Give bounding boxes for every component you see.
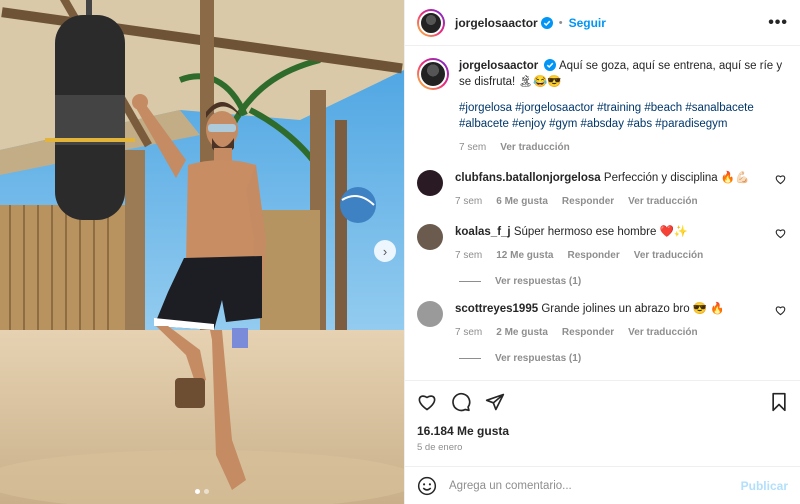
reply-button[interactable]: Responder: [562, 325, 614, 341]
comment-username[interactable]: scottreyes1995: [455, 303, 538, 315]
reply-button[interactable]: Responder: [562, 194, 614, 210]
comment-input[interactable]: [449, 479, 741, 492]
comment-time: 7 sem: [455, 250, 483, 261]
post-side-panel: jorgelosaactor • Seguir ••• jorgelosaact…: [404, 0, 800, 504]
comment-text: Súper hermoso ese hombre ❤️✨: [513, 226, 689, 238]
caption-time: 7 sem: [459, 142, 487, 153]
add-comment-bar: Publicar: [405, 466, 800, 504]
share-button[interactable]: [485, 392, 505, 412]
comment-time: 7 sem: [455, 327, 483, 338]
share-icon: [485, 393, 505, 410]
comment-item: clubfans.batallonjorgelosa Perfección y …: [417, 170, 788, 210]
translate-button[interactable]: Ver traducción: [634, 248, 703, 264]
post-date: 5 de enero: [417, 442, 463, 453]
comment-item: koalas_f_j Súper hermoso ese hombre ❤️✨ …: [417, 224, 788, 264]
post-photo[interactable]: ›: [0, 0, 404, 504]
translate-button[interactable]: Ver traducción: [628, 194, 697, 210]
comment-time: 7 sem: [455, 196, 483, 207]
bookmark-icon: [772, 392, 786, 411]
view-replies-label: Ver respuestas (1): [495, 353, 582, 364]
more-icon[interactable]: •••: [768, 14, 788, 32]
carousel-dot: [195, 489, 200, 494]
separator: •: [558, 16, 563, 29]
comments-section[interactable]: jorgelosaactor Aquí se goza, aquí se ent…: [405, 46, 800, 380]
avatar[interactable]: [417, 8, 445, 37]
view-replies-button[interactable]: Ver respuestas (1): [459, 353, 788, 364]
heart-icon: [418, 394, 436, 411]
post-caption: jorgelosaactor Aquí se goza, aquí se ent…: [417, 58, 788, 156]
comment-likes[interactable]: 12 Me gusta: [496, 248, 553, 264]
translate-button[interactable]: Ver traducción: [500, 140, 569, 156]
comment-icon: [452, 392, 471, 411]
heart-icon[interactable]: [775, 305, 786, 316]
beach-gym-photo: [0, 0, 404, 504]
comment-button[interactable]: [451, 392, 471, 412]
emoji-icon[interactable]: [417, 476, 437, 496]
likes-count[interactable]: 16.184 Me gusta: [417, 424, 509, 438]
caption-username[interactable]: jorgelosaactor: [459, 60, 538, 72]
comment-text: Perfección y disciplina 🔥💪🏻: [603, 172, 750, 184]
chevron-right-icon: ›: [382, 243, 388, 259]
save-button[interactable]: [770, 392, 788, 412]
like-button[interactable]: [417, 392, 437, 412]
comment-avatar[interactable]: [417, 224, 443, 250]
post-header: jorgelosaactor • Seguir •••: [405, 0, 800, 46]
comment-likes[interactable]: 2 Me gusta: [496, 325, 548, 341]
post-actions: [405, 380, 800, 422]
comment-avatar[interactable]: [417, 170, 443, 196]
comment-text: Grande jolines un abrazo bro 😎 🔥: [541, 303, 725, 315]
follow-button[interactable]: Seguir: [569, 16, 606, 30]
comment-avatar[interactable]: [417, 301, 443, 327]
heart-icon[interactable]: [775, 228, 786, 239]
verified-icon: [540, 16, 553, 29]
carousel-dots: [0, 489, 404, 494]
carousel-dot: [204, 489, 209, 494]
comment-likes[interactable]: 6 Me gusta: [496, 194, 548, 210]
username-link[interactable]: jorgelosaactor: [455, 16, 538, 30]
verified-icon: [544, 59, 557, 71]
caption-hashtags[interactable]: #jorgelosa #jorgelosaactor #training #be…: [459, 100, 788, 132]
view-replies-button[interactable]: Ver respuestas (1): [459, 276, 788, 287]
comment-username[interactable]: koalas_f_j: [455, 226, 511, 238]
view-replies-label: Ver respuestas (1): [495, 276, 582, 287]
caption-avatar[interactable]: [417, 58, 449, 90]
comment-item: scottreyes1995 Grande jolines un abrazo …: [417, 301, 788, 341]
translate-button[interactable]: Ver traducción: [628, 325, 697, 341]
publish-button[interactable]: Publicar: [741, 479, 788, 493]
heart-icon[interactable]: [775, 174, 786, 185]
carousel-next-button[interactable]: ›: [374, 240, 396, 262]
comment-username[interactable]: clubfans.batallonjorgelosa: [455, 172, 601, 184]
reply-button[interactable]: Responder: [567, 248, 619, 264]
